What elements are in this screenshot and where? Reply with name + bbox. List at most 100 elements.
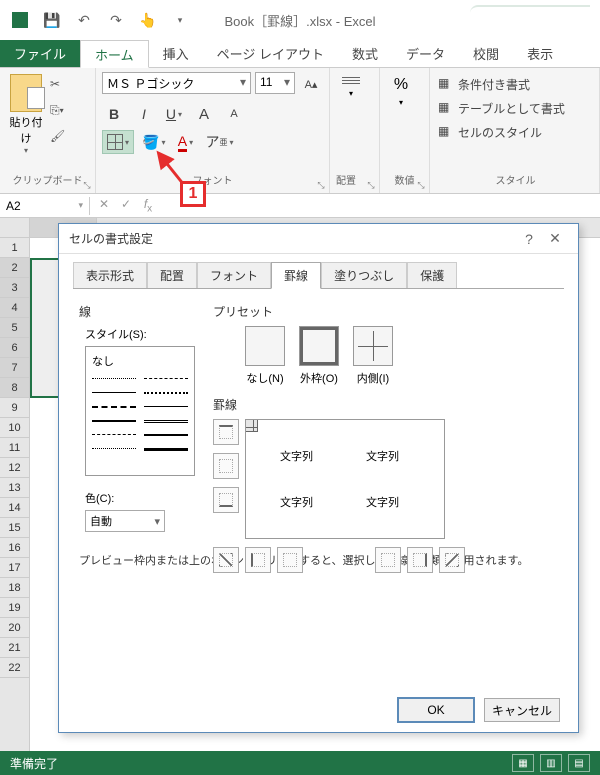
tab-pagelayout[interactable]: ページ レイアウト [203,40,338,67]
line-style-option[interactable] [92,387,136,397]
style-none[interactable]: なし [92,353,188,369]
line-style-option[interactable] [144,443,188,453]
italic-button[interactable]: I [132,102,156,126]
undo-icon[interactable]: ↶ [72,8,96,32]
save-icon[interactable]: 💾 [40,8,64,32]
row-header[interactable]: 1 [0,238,29,258]
row-header[interactable]: 4 [0,298,29,318]
dialog-titlebar[interactable]: セルの書式設定 ? ✕ [59,224,578,254]
row-header[interactable]: 19 [0,598,29,618]
tab-insert[interactable]: 挿入 [149,40,203,67]
tab-home[interactable]: ホーム [80,40,149,68]
touch-mode-icon[interactable]: 👆 [136,8,160,32]
font-launcher-icon[interactable]: ⤡ [315,179,327,191]
borders-button[interactable]: ▾ [102,130,134,154]
paste-button[interactable]: 貼り付け ▾ [6,72,46,155]
font-color-button[interactable]: A▾ [173,130,197,154]
tab-view[interactable]: 表示 [513,40,567,67]
line-style-option[interactable] [92,373,136,383]
name-box[interactable]: A2 [0,197,90,215]
cut-icon[interactable]: ✂ [50,74,78,94]
fx-icon[interactable]: fx [140,197,156,214]
row-header[interactable]: 16 [0,538,29,558]
align-button[interactable]: ▾ [336,72,366,122]
row-header[interactable]: 8 [0,378,29,398]
line-style-option[interactable] [92,443,136,453]
app-icon[interactable] [8,8,32,32]
row-header[interactable]: 10 [0,418,29,438]
row-header[interactable]: 5 [0,318,29,338]
preset-inside[interactable]: 内側(I) [351,326,395,386]
row-header[interactable]: 12 [0,458,29,478]
line-style-option[interactable] [92,429,136,439]
tab-formulas[interactable]: 数式 [338,40,392,67]
view-normal-icon[interactable]: ▦ [512,754,534,772]
copy-icon[interactable]: ⎘▾ [50,100,78,120]
select-all-corner[interactable] [0,218,30,238]
tab-fill[interactable]: 塗りつぶし [321,262,407,289]
font-name-select[interactable]: ＭＳ Ｐゴシック [102,72,251,94]
line-style-option[interactable] [144,429,188,439]
row-header[interactable]: 2 [0,258,29,278]
line-style-option[interactable] [144,387,188,397]
shrink-font-icon[interactable]: A [222,102,246,126]
cancel-formula-icon[interactable]: ✕ [96,197,112,214]
grow-font-icon[interactable]: A [192,102,216,126]
tab-file[interactable]: ファイル [0,40,80,67]
font-size-select[interactable]: 11 [255,72,295,94]
align-launcher-icon[interactable]: ⤡ [365,179,377,191]
row-header[interactable]: 7 [0,358,29,378]
view-pagebreak-icon[interactable]: ▤ [568,754,590,772]
row-header[interactable]: 20 [0,618,29,638]
border-vmid-button[interactable] [277,547,303,573]
border-hmid-button[interactable] [213,453,239,479]
row-header[interactable]: 15 [0,518,29,538]
row-header[interactable]: 21 [0,638,29,658]
underline-button[interactable]: U▾ [162,102,186,126]
fill-color-button[interactable]: 🪣▾ [140,130,167,154]
row-header[interactable]: 6 [0,338,29,358]
row-header[interactable]: 22 [0,658,29,678]
number-launcher-icon[interactable]: ⤡ [415,179,427,191]
clipboard-launcher-icon[interactable]: ⤡ [81,179,93,191]
row-header[interactable]: 14 [0,498,29,518]
redo-icon[interactable]: ↷ [104,8,128,32]
border-diag-down-button[interactable] [439,547,465,573]
number-format-button[interactable]: % ▾ [386,72,416,122]
format-painter-icon[interactable]: 🖌 [50,126,78,146]
border-right-button[interactable] [407,547,433,573]
bold-button[interactable]: B [102,102,126,126]
preset-outline[interactable]: 外枠(O) [297,326,341,386]
tab-data[interactable]: データ [392,40,459,67]
line-style-option[interactable] [92,415,136,425]
tab-border[interactable]: 罫線 [271,262,321,289]
tab-font-dlg[interactable]: フォント [197,262,271,289]
accept-formula-icon[interactable]: ✓ [118,197,134,214]
tab-protection[interactable]: 保護 [407,262,457,289]
row-header[interactable]: 18 [0,578,29,598]
close-icon[interactable]: ✕ [542,230,568,247]
border-vmid2-button[interactable] [375,547,401,573]
row-header[interactable]: 11 [0,438,29,458]
border-left-button[interactable] [245,547,271,573]
preset-none[interactable]: なし(N) [243,326,287,386]
cancel-button[interactable]: キャンセル [484,698,560,722]
ok-button[interactable]: OK [398,698,474,722]
border-preview[interactable]: 文字列 文字列 文字列 文字列 [245,419,445,539]
row-header[interactable]: 3 [0,278,29,298]
row-header[interactable]: 9 [0,398,29,418]
border-top-button[interactable] [213,419,239,445]
line-style-option[interactable] [144,401,188,411]
tab-review[interactable]: 校閲 [459,40,513,67]
format-as-table-button[interactable]: ▦テーブルとして書式 [438,96,593,120]
increase-font-icon[interactable]: A▴ [299,72,323,96]
row-header[interactable]: 13 [0,478,29,498]
tab-alignment[interactable]: 配置 [147,262,197,289]
help-icon[interactable]: ? [516,231,542,247]
qat-customize-icon[interactable]: ▾ [168,8,192,32]
phonetic-button[interactable]: ア亜▾ [203,130,235,154]
view-pagelayout-icon[interactable]: ▥ [540,754,562,772]
border-color-select[interactable]: 自動 [85,510,165,532]
border-diag-up-button[interactable] [213,547,239,573]
line-style-option[interactable] [92,401,136,411]
